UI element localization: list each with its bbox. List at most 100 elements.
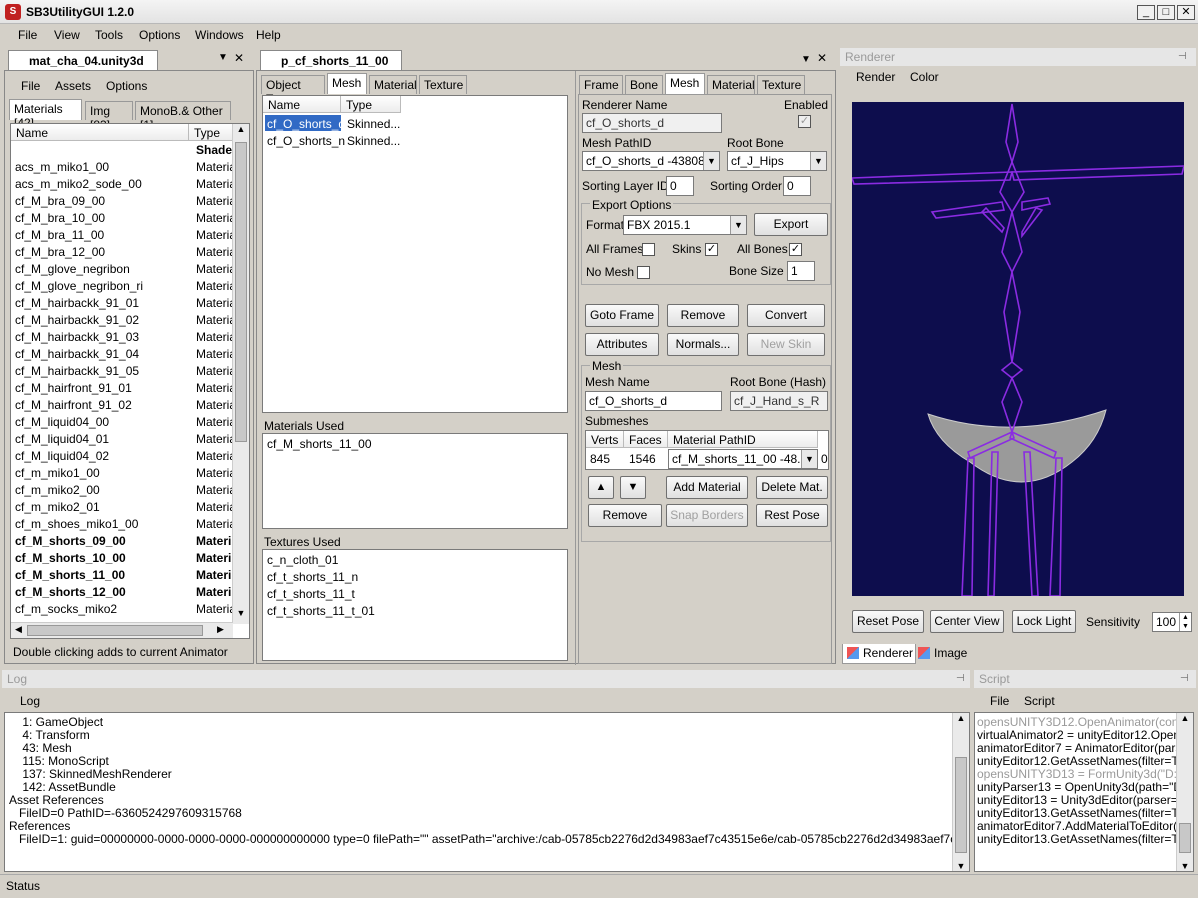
close-icon[interactable]: ✕: [817, 51, 827, 65]
sorting-order-field[interactable]: 0: [783, 176, 811, 196]
root-bone-hash-field[interactable]: cf_J_Hand_s_R: [730, 391, 828, 411]
vertical-scrollbar[interactable]: ▲ ▼: [232, 124, 249, 624]
material-row-name[interactable]: cf_m_miko2_00: [15, 483, 100, 497]
menu-options[interactable]: Options: [139, 28, 180, 42]
rest-pose-button[interactable]: Rest Pose: [756, 504, 828, 527]
material-row-name[interactable]: cf_m_miko2_01: [15, 500, 100, 514]
renderer-name-field[interactable]: cf_O_shorts_d: [582, 113, 722, 133]
column-type[interactable]: Type: [189, 124, 233, 141]
tab-object-tree[interactable]: Object Tree: [261, 75, 325, 106]
all-bones-checkbox[interactable]: ✓: [789, 243, 802, 256]
submeshes-table[interactable]: Verts Faces Material PathID 845 1546 cf_…: [585, 430, 829, 470]
left-menu-options[interactable]: Options: [106, 79, 147, 93]
submesh-material-combo[interactable]: cf_M_shorts_11_00 -48... ▼: [668, 449, 818, 469]
tab-bone[interactable]: Bone: [625, 75, 663, 94]
texture-item[interactable]: cf_t_shorts_11_t_01: [267, 604, 375, 618]
material-row-name[interactable]: cf_M_hairbackk_91_05: [15, 364, 139, 378]
close-icon[interactable]: ✕: [234, 51, 244, 65]
mesh-list[interactable]: Name Type cf_O_shorts_d Skinned... cf_O_…: [262, 95, 568, 413]
renderer-menu-color[interactable]: Color: [910, 70, 939, 84]
materials-used-list[interactable]: cf_M_shorts_11_00: [262, 433, 568, 529]
scroll-down-icon[interactable]: ▼: [233, 608, 249, 624]
scroll-left-icon[interactable]: ◀: [15, 624, 22, 635]
dropdown-icon[interactable]: ▼: [801, 54, 811, 65]
remove-submesh-button[interactable]: Remove: [588, 504, 662, 527]
material-row-name[interactable]: cf_m_shoes_miko1_00: [15, 517, 138, 531]
tab-mesh[interactable]: Mesh: [327, 73, 367, 94]
material-used-item[interactable]: cf_M_shorts_11_00: [267, 437, 372, 451]
material-row-name[interactable]: cf_M_liquid04_00: [15, 415, 109, 429]
new-skin-button[interactable]: New Skin: [747, 333, 825, 356]
material-row-name[interactable]: cf_M_shorts_09_00: [15, 534, 126, 548]
tab-monob[interactable]: MonoB.& Other [1]: [135, 101, 231, 132]
script-menu-file[interactable]: File: [990, 694, 1009, 708]
tab-img[interactable]: Img [83]: [85, 101, 133, 132]
render-viewport[interactable]: [852, 102, 1184, 596]
material-row-name[interactable]: cf_M_shorts_10_00: [15, 551, 126, 565]
renderer-menu-render[interactable]: Render: [856, 70, 895, 84]
close-button[interactable]: ✕: [1177, 5, 1195, 20]
mesh-row-name[interactable]: cf_O_shorts_d: [267, 117, 345, 131]
material-row-name[interactable]: cf_M_hairbackk_91_03: [15, 330, 139, 344]
enabled-checkbox[interactable]: ✓: [798, 115, 811, 128]
pin-icon[interactable]: ⊣: [1180, 673, 1189, 684]
horizontal-scrollbar[interactable]: ◀ ▶: [11, 622, 233, 638]
material-row-name[interactable]: cf_M_hairfront_91_01: [15, 381, 132, 395]
texture-item[interactable]: c_n_cloth_01: [267, 553, 338, 567]
delete-material-button[interactable]: Delete Mat.: [756, 476, 828, 499]
menu-tools[interactable]: Tools: [95, 28, 123, 42]
texture-item[interactable]: cf_t_shorts_11_t: [267, 587, 355, 601]
vertical-scrollbar[interactable]: ▲ ▼: [952, 713, 969, 871]
all-frames-checkbox[interactable]: [642, 243, 655, 256]
tab-materials[interactable]: Materials [42]: [9, 99, 82, 130]
scroll-thumb[interactable]: [955, 757, 967, 853]
mesh-name-field[interactable]: cf_O_shorts_d: [585, 391, 722, 411]
remove-renderer-button[interactable]: Remove: [667, 304, 739, 327]
script-menu-script[interactable]: Script: [1024, 694, 1055, 708]
document-tab[interactable]: mat_cha_04.unity3d: [8, 50, 158, 70]
menu-help[interactable]: Help: [256, 28, 281, 42]
mesh-row-name[interactable]: cf_O_shorts_n: [267, 134, 345, 148]
scroll-thumb[interactable]: [1179, 823, 1191, 853]
tab-frame[interactable]: Frame: [579, 75, 623, 94]
dropdown-icon[interactable]: ▼: [218, 52, 228, 63]
editor-tab[interactable]: p_cf_shorts_11_00: [260, 50, 402, 70]
material-row-name[interactable]: cf_M_liquid04_02: [15, 449, 109, 463]
convert-button[interactable]: Convert: [747, 304, 825, 327]
left-menu-file[interactable]: File: [21, 79, 40, 93]
scroll-up-icon[interactable]: ▲: [1177, 713, 1193, 723]
material-row-name[interactable]: acs_m_miko1_00: [15, 160, 109, 174]
material-row-name[interactable]: cf_M_bra_11_00: [15, 228, 104, 242]
material-row-name[interactable]: cf_M_shorts_12_00: [15, 585, 126, 599]
script-textbox[interactable]: opensUNITY3D12.OpenAnimator(compon virtua…: [974, 712, 1194, 872]
scroll-up-icon[interactable]: ▲: [953, 713, 969, 723]
scroll-thumb[interactable]: [235, 142, 247, 442]
tab-renderer[interactable]: Renderer: [842, 644, 916, 664]
normals-button[interactable]: Normals...: [667, 333, 739, 356]
scroll-up-icon[interactable]: ▲: [233, 124, 249, 140]
no-mesh-checkbox[interactable]: [637, 266, 650, 279]
tab-mesh[interactable]: Mesh: [665, 73, 705, 94]
move-up-button[interactable]: ▲: [588, 476, 614, 499]
materials-list[interactable]: Name Type Shade acs_m_miko1_00 Material acs…: [10, 123, 250, 639]
textures-used-list[interactable]: c_n_cloth_01 cf_t_shorts_11_n cf_t_short…: [262, 549, 568, 661]
minimize-button[interactable]: _: [1137, 5, 1155, 20]
material-row-name[interactable]: cf_m_socks_miko2: [15, 602, 117, 616]
chevron-down-icon[interactable]: ▼: [730, 216, 746, 234]
menu-view[interactable]: View: [54, 28, 80, 42]
root-bone-combo[interactable]: cf_J_Hips ▼: [727, 151, 827, 171]
column-type[interactable]: Type: [341, 96, 401, 113]
sorting-layer-field[interactable]: 0: [666, 176, 694, 196]
column-name[interactable]: Name: [11, 124, 189, 141]
attributes-button[interactable]: Attributes: [585, 333, 659, 356]
column-verts[interactable]: Verts: [586, 431, 624, 448]
material-row-name[interactable]: cf_M_hairbackk_91_02: [15, 313, 139, 327]
pin-icon[interactable]: ⊣: [956, 673, 965, 684]
menu-windows[interactable]: Windows: [195, 28, 244, 42]
column-faces[interactable]: Faces: [624, 431, 668, 448]
material-row-name[interactable]: cf_M_glove_negribon: [15, 262, 130, 276]
tab-image[interactable]: Image: [916, 644, 974, 664]
lock-light-button[interactable]: Lock Light: [1012, 610, 1076, 633]
snap-borders-button[interactable]: Snap Borders: [666, 504, 748, 527]
material-row-name[interactable]: cf_M_glove_negribon_ri: [15, 279, 143, 293]
